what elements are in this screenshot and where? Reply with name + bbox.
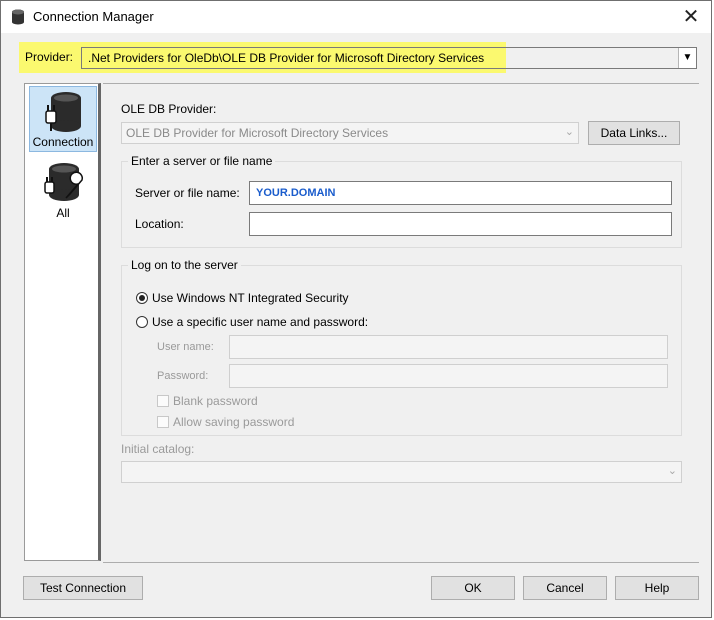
cancel-button[interactable]: Cancel: [523, 576, 607, 600]
blank-password-label[interactable]: Blank password: [173, 394, 258, 408]
server-group: Enter a server or file name Server or fi…: [121, 154, 682, 248]
radio-specific-user[interactable]: [136, 316, 148, 328]
nav-item-connection[interactable]: Connection: [29, 86, 97, 152]
data-links-button[interactable]: Data Links...: [588, 121, 680, 145]
location-label: Location:: [135, 217, 184, 231]
nt-security-label[interactable]: Use Windows NT Integrated Security: [152, 291, 349, 305]
blank-password-checkbox[interactable]: [157, 395, 169, 407]
logon-group-title: Log on to the server: [128, 258, 241, 272]
title-bar: Connection Manager ✕: [1, 1, 711, 33]
nav-panel: Connection All: [24, 83, 101, 561]
provider-label: Provider:: [25, 50, 74, 64]
database-wrench-icon: [44, 163, 83, 201]
close-icon[interactable]: ✕: [683, 6, 700, 28]
database-icon: [12, 9, 24, 25]
connection-manager-window: Connection Manager ✕ Provider: .Net Prov…: [0, 0, 712, 618]
password-label: Password:: [157, 370, 209, 382]
oledb-provider-value[interactable]: OLE DB Provider for Microsoft Directory …: [126, 126, 388, 140]
window-title: Connection Manager: [33, 9, 154, 24]
chevron-down-icon[interactable]: ⌄: [668, 464, 677, 477]
chevron-down-icon[interactable]: ⌄: [565, 125, 574, 138]
server-value[interactable]: YOUR.DOMAIN: [256, 187, 335, 199]
close-button[interactable]: ✕: [671, 1, 711, 33]
allow-saving-label[interactable]: Allow saving password: [173, 415, 294, 429]
initial-catalog-label: Initial catalog:: [121, 442, 195, 456]
nav-label-connection[interactable]: Connection: [30, 135, 96, 149]
nav-item-all[interactable]: All: [29, 158, 97, 224]
test-connection-button[interactable]: Test Connection: [23, 576, 143, 600]
connection-pane: OLE DB Provider: OLE DB Provider for Mic…: [103, 83, 699, 563]
provider-row: Provider: .Net Providers for OleDb\OLE D…: [19, 42, 699, 73]
logon-group: Log on to the server Use Windows NT Inte…: [121, 258, 682, 436]
location-input[interactable]: [249, 212, 672, 236]
help-button[interactable]: Help: [615, 576, 699, 600]
specific-user-label[interactable]: Use a specific user name and password:: [152, 315, 368, 329]
username-input[interactable]: [229, 335, 668, 359]
ok-button[interactable]: OK: [431, 576, 515, 600]
chevron-down-icon[interactable]: ▼: [678, 48, 696, 68]
provider-value[interactable]: .Net Providers for OleDb\OLE DB Provider…: [88, 51, 484, 65]
radio-nt-security[interactable]: [136, 292, 148, 304]
server-group-title: Enter a server or file name: [128, 154, 276, 168]
allow-saving-checkbox[interactable]: [157, 416, 169, 428]
password-input[interactable]: [229, 364, 668, 388]
provider-dropdown[interactable]: .Net Providers for OleDb\OLE DB Provider…: [81, 47, 697, 69]
server-input[interactable]: YOUR.DOMAIN: [249, 181, 672, 205]
server-label: Server or file name:: [135, 186, 240, 200]
username-label: User name:: [157, 341, 214, 353]
database-plug-icon: [45, 92, 81, 132]
oledb-provider-label: OLE DB Provider:: [121, 102, 217, 116]
oledb-provider-dropdown[interactable]: OLE DB Provider for Microsoft Directory …: [121, 122, 579, 144]
initial-catalog-dropdown[interactable]: ⌄: [121, 461, 682, 483]
nav-label-all[interactable]: All: [29, 206, 97, 220]
